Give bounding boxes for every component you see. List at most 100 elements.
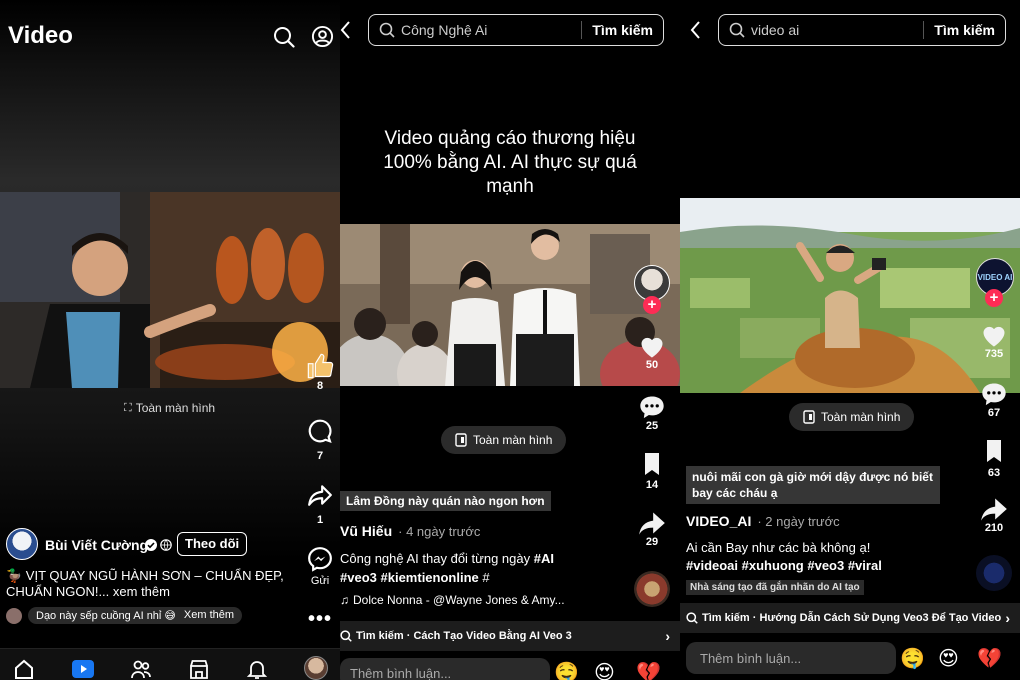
see-more-link[interactable]: Xem thêm <box>184 609 234 622</box>
share-count: 210 <box>984 522 1004 534</box>
share-button[interactable]: 29 <box>632 510 672 548</box>
messenger-icon <box>308 547 332 572</box>
author-name[interactable]: Bùi Viết Cường <box>45 537 148 553</box>
search-bar[interactable]: video ai Tìm kiếm <box>718 14 1006 46</box>
comment-input[interactable]: Thêm bình luận... <box>686 642 896 674</box>
author-row[interactable]: Vũ Hiếu · 4 ngày trước <box>340 523 480 539</box>
save-button[interactable]: 14 <box>632 452 672 491</box>
music-disc-icon[interactable] <box>976 555 1012 591</box>
friends-icon[interactable] <box>130 658 152 680</box>
follow-plus-icon[interactable]: + <box>985 289 1003 307</box>
comment-input[interactable]: Thêm bình luận... <box>340 658 550 680</box>
video-thumbnail[interactable] <box>340 224 680 386</box>
music-row[interactable]: ♫ Dolce Nonna - @Wayne Jones & Amy... <box>340 593 565 607</box>
comment-icon <box>640 396 664 419</box>
fullscreen-label: Toàn màn hình <box>135 401 216 415</box>
music-disc-icon[interactable] <box>634 571 670 607</box>
chevron-right-icon: › <box>1005 610 1010 626</box>
comment-button[interactable]: 25 <box>632 394 672 432</box>
page-title: Video <box>8 22 73 49</box>
search-query[interactable]: Công Nghệ Ai <box>401 22 581 38</box>
comment-input-row: Thêm bình luận... 🤤 😍 💔 <box>340 658 680 680</box>
comment-preview-row[interactable]: Dạo này sếp cuồng AI nhỉ 😅 Xem thêm <box>6 607 243 624</box>
comment-icon <box>982 383 1006 406</box>
search-suggestion-bar[interactable]: Tìm kiếm · Cách Tạo Video Bằng AI Veo 3 … <box>340 621 680 651</box>
drool-emoji-button[interactable]: 🤤 <box>554 660 579 680</box>
home-icon[interactable] <box>13 658 35 680</box>
post-time: · 2 ngày trước <box>757 514 840 529</box>
search-submit-button[interactable]: Tìm kiếm <box>581 21 663 39</box>
follow-plus-icon[interactable]: + <box>643 296 661 314</box>
like-button[interactable]: 735 <box>974 322 1014 360</box>
share-button[interactable]: 1 <box>300 482 340 526</box>
fullscreen-button[interactable]: Toàn màn hình <box>789 403 915 431</box>
save-count: 14 <box>645 479 659 491</box>
search-icon <box>340 630 352 642</box>
thumbs-up-icon <box>307 353 334 379</box>
search-icon[interactable] <box>273 26 295 48</box>
share-button[interactable]: 210 <box>974 496 1014 534</box>
share-icon <box>639 512 665 535</box>
bookmark-icon <box>987 440 1001 462</box>
send-button[interactable]: Gửi <box>300 546 340 587</box>
search-icon <box>379 22 395 38</box>
fullscreen-button[interactable]: Toàn màn hình <box>441 426 567 454</box>
author-name[interactable]: Vũ Hiếu <box>340 523 392 539</box>
fullscreen-label: Toàn màn hình <box>821 410 901 424</box>
broken-heart-emoji-button[interactable]: 💔 <box>977 646 1002 671</box>
more-options-icon[interactable]: ••• <box>308 608 332 631</box>
search-suggestion-text: Tìm kiếm · Hướng Dẫn Cách Sử Dụng Veo3 Đ… <box>702 612 1002 624</box>
heart-icon <box>641 337 663 358</box>
fullscreen-icon: ⛶ <box>124 401 132 414</box>
like-button[interactable]: 8 <box>300 352 340 392</box>
hashtag[interactable]: #AI <box>534 551 554 566</box>
video-description[interactable]: Công nghệ AI thay đổi từng ngày #AI #veo… <box>340 549 630 587</box>
profile-icon[interactable] <box>311 25 334 48</box>
like-button[interactable]: 50 <box>632 333 672 371</box>
search-suggestion-text: Tìm kiếm · Cách Tạo Video Bằng AI Veo 3 <box>356 630 572 642</box>
back-icon[interactable] <box>340 20 352 40</box>
share-icon <box>981 498 1007 521</box>
tiktok-panel-cong-nghe-ai: Công Nghệ Ai Tìm kiếm Video quảng cáo th… <box>340 0 680 680</box>
like-count: 8 <box>316 380 324 392</box>
author-row[interactable]: VIDEO_AI · 2 ngày trước <box>686 513 840 529</box>
search-bar[interactable]: Công Nghệ Ai Tìm kiếm <box>368 14 664 46</box>
search-query[interactable]: video ai <box>751 22 923 38</box>
globe-icon <box>160 539 172 551</box>
video-sticker-text: Lâm Đồng này quán nào ngon hơn <box>340 491 551 511</box>
author-name[interactable]: VIDEO_AI <box>686 513 751 529</box>
video-thumbnail[interactable] <box>0 192 340 388</box>
search-suggestion-bar[interactable]: Tìm kiếm · Hướng Dẫn Cách Sử Dụng Veo3 Đ… <box>680 603 1020 633</box>
follow-button[interactable]: Theo dõi <box>177 532 248 556</box>
search-icon <box>686 612 698 624</box>
author-avatar[interactable] <box>6 528 38 560</box>
comment-preview-text: Dạo này sếp cuồng AI nhỉ 😅 <box>36 610 176 622</box>
back-icon[interactable] <box>690 20 702 40</box>
hashtag[interactable]: #kiemtienonline <box>381 570 479 585</box>
description-text: # <box>478 570 490 585</box>
drool-emoji-button[interactable]: 🤤 <box>900 646 925 671</box>
like-count: 735 <box>984 348 1004 360</box>
comment-count: 25 <box>645 420 659 432</box>
save-button[interactable]: 63 <box>974 439 1014 479</box>
comment-button[interactable]: 7 <box>300 418 340 462</box>
notifications-icon[interactable] <box>246 658 268 680</box>
fullscreen-button[interactable]: ⛶ Toàn màn hình <box>124 401 215 415</box>
search-submit-button[interactable]: Tìm kiếm <box>923 21 1005 39</box>
chevron-right-icon: › <box>665 628 670 644</box>
menu-profile-avatar[interactable] <box>304 656 328 680</box>
hashtags[interactable]: #videoai #xuhuong #veo3 #viral <box>686 556 882 575</box>
video-tab-icon[interactable] <box>71 658 95 680</box>
video-caption[interactable]: 🦆 VỊT QUAY NGŨ HÀNH SƠN – CHUẨN ĐẸP, CHU… <box>6 568 296 600</box>
share-count: 1 <box>316 514 324 526</box>
fullscreen-label: Toàn màn hình <box>473 433 553 447</box>
marketplace-icon[interactable] <box>188 658 210 680</box>
hashtag[interactable]: #veo3 <box>340 570 377 585</box>
bookmark-icon <box>645 453 659 475</box>
video-thumbnail[interactable] <box>680 198 1020 393</box>
tiktok-panel-video-ai: video ai Tìm kiếm VIDEO AI + 735 67 63 2… <box>680 0 1020 680</box>
heart-eyes-emoji-button[interactable]: 😍 <box>594 660 615 680</box>
comment-button[interactable]: 67 <box>974 381 1014 419</box>
broken-heart-emoji-button[interactable]: 💔 <box>636 660 661 680</box>
heart-eyes-emoji-button[interactable]: 😍 <box>938 646 959 671</box>
